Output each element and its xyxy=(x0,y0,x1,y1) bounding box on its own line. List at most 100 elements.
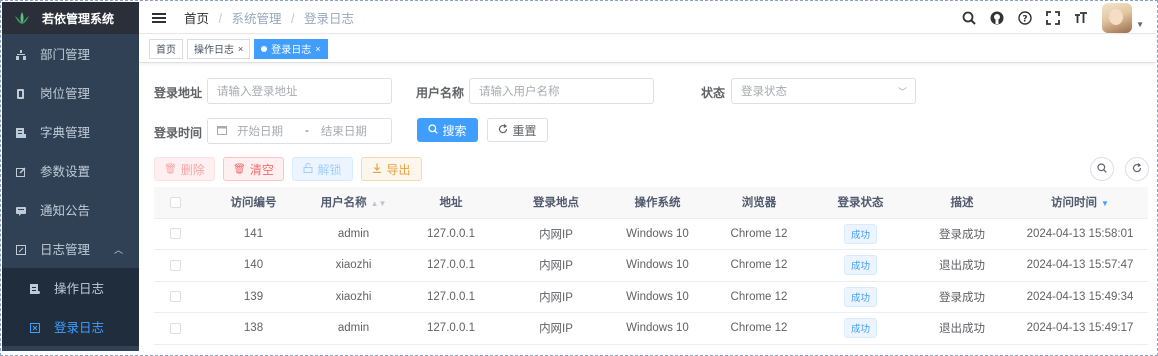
row-checkbox[interactable] xyxy=(154,281,196,313)
edit-icon xyxy=(16,166,26,177)
search-icon xyxy=(1097,162,1107,176)
table-cell: 138 xyxy=(196,312,311,345)
sidebar: 若依管理系统 部门管理 岗位管理 字典管理 参数设置 通知公告 日志管理 ︿ 操… xyxy=(2,2,139,351)
sort-icon[interactable]: ▼ xyxy=(1101,199,1109,208)
table-cell: 内网IP xyxy=(506,249,606,282)
table-cell: 127.0.0.1 xyxy=(396,312,506,345)
status-label: 状态 xyxy=(701,86,726,100)
table-row[interactable]: 141 admin 127.0.0.1 内网IP Windows 10 Chrome 12… xyxy=(154,218,1148,250)
table-cell: 登录成功 xyxy=(912,281,1012,313)
sort-icon[interactable]: ▲▼ xyxy=(371,199,387,208)
github-icon[interactable] xyxy=(988,9,1006,27)
table-cell: xiaozhi xyxy=(311,249,396,282)
font-size-icon[interactable] xyxy=(1072,9,1090,27)
table-cell: 141 xyxy=(196,218,311,250)
delete-icon: 🗑 xyxy=(233,163,246,175)
sidebar-item-operlog[interactable]: 操作日志 xyxy=(2,268,139,307)
chevron-down-icon: ﹀ xyxy=(897,87,907,97)
table-cell: 内网IP xyxy=(506,218,606,250)
refresh-icon xyxy=(1132,162,1142,176)
clean-button[interactable]: 🗑 清空 xyxy=(223,157,284,181)
ipaddr-input[interactable]: 请输入登录地址 xyxy=(207,78,392,104)
column-header: 登录状态 xyxy=(809,187,912,219)
tag-home[interactable]: 首页 xyxy=(149,38,183,59)
table-cell: xiaozhi xyxy=(311,281,396,313)
row-checkbox[interactable] xyxy=(154,249,196,282)
close-icon[interactable]: × xyxy=(315,44,320,54)
breadcrumb-current: 登录日志 xyxy=(303,12,354,26)
column-header[interactable]: 用户名称 ▲▼ xyxy=(311,187,396,219)
column-header[interactable]: 访问时间 ▼ xyxy=(1012,187,1148,219)
nav-tools: ? ▼ xyxy=(950,2,1144,34)
sidebar-item-label: 岗位管理 xyxy=(40,87,91,101)
table-cell: 内网IP xyxy=(506,281,606,313)
search-icon[interactable] xyxy=(960,9,978,27)
sidebar-item-config[interactable]: 参数设置 xyxy=(2,151,139,190)
navbar: 首页 / 系统管理 / 登录日志 ? ▼ xyxy=(139,2,1156,34)
table-header-row: 访问编号 用户名称 ▲▼ 地址 登录地点 操作系统 浏览器 登录状态 描述 访问时… xyxy=(154,187,1148,219)
table-cell: 内网IP xyxy=(506,312,606,345)
login-log-table: 访问编号 用户名称 ▲▼ 地址 登录地点 操作系统 浏览器 登录状态 描述 访问时… xyxy=(154,187,1148,345)
sidebar-item-log[interactable]: 日志管理 ︿ xyxy=(2,229,139,268)
log-icon xyxy=(16,244,26,255)
status-badge: 成功 xyxy=(843,318,877,339)
table-cell: 成功 xyxy=(809,281,912,313)
chevron-up-icon: ︿ xyxy=(113,245,123,255)
reset-button-label: 重置 xyxy=(512,123,537,138)
status-select[interactable]: 登录状态 ﹀ xyxy=(731,78,916,104)
search-icon xyxy=(428,123,439,137)
delete-button[interactable]: 🗑 删除 xyxy=(154,157,215,181)
select-all-checkbox[interactable] xyxy=(154,187,196,219)
toggle-search-button[interactable] xyxy=(1090,157,1114,181)
end-date-placeholder[interactable]: 结束日期 xyxy=(321,123,367,139)
row-checkbox[interactable] xyxy=(154,312,196,345)
range-separator: - xyxy=(305,125,309,137)
tag-label: 首页 xyxy=(156,45,176,56)
table-row[interactable]: 138 admin 127.0.0.1 内网IP Windows 10 Chrome 12… xyxy=(154,312,1148,345)
avatar[interactable] xyxy=(1102,3,1133,33)
sidebar-item-label: 操作日志 xyxy=(54,282,105,296)
sidebar-item-dict[interactable]: 字典管理 xyxy=(2,112,139,151)
fullscreen-icon[interactable] xyxy=(1044,9,1062,27)
caret-down-icon[interactable]: ▼ xyxy=(1136,20,1144,29)
sidebar-item-notice[interactable]: 通知公告 xyxy=(2,190,139,229)
hamburger-icon[interactable] xyxy=(152,11,166,25)
table-cell: 2024-04-13 15:58:01 xyxy=(1012,218,1148,250)
sidebar-item-post[interactable]: 岗位管理 xyxy=(2,73,139,112)
sidebar-item-label: 字典管理 xyxy=(40,126,91,140)
breadcrumb-separator: / xyxy=(218,12,222,26)
sidebar-item-dept[interactable]: 部门管理 xyxy=(2,34,139,73)
tag-operlog[interactable]: 操作日志 × xyxy=(187,38,251,59)
start-date-placeholder[interactable]: 开始日期 xyxy=(237,123,297,139)
table-cell: 成功 xyxy=(809,312,912,345)
svg-text:?: ? xyxy=(1022,15,1027,25)
close-icon[interactable]: × xyxy=(238,44,243,54)
column-header: 描述 xyxy=(912,187,1012,219)
row-checkbox[interactable] xyxy=(154,218,196,250)
table-cell: 140 xyxy=(196,249,311,282)
sidebar-item-logininfor[interactable]: 登录日志 xyxy=(2,307,139,346)
column-header: 地址 xyxy=(396,187,506,219)
ipaddr-label: 登录地址 xyxy=(154,86,203,100)
table-cell: 登录成功 xyxy=(912,218,1012,250)
table-cell: 2024-04-13 15:57:47 xyxy=(1012,249,1148,282)
table-row[interactable]: 139 xiaozhi 127.0.0.1 内网IP Windows 10 Chrome … xyxy=(154,281,1148,313)
search-button[interactable]: 搜索 xyxy=(417,118,478,142)
column-header: 访问编号 xyxy=(196,187,311,219)
export-button[interactable]: 导出 xyxy=(361,157,422,181)
logo[interactable]: 若依管理系统 xyxy=(2,2,139,34)
breadcrumb: 首页 / 系统管理 / 登录日志 xyxy=(184,8,354,27)
date-range-picker[interactable]: 开始日期 - 结束日期 xyxy=(207,118,392,144)
calendar-icon xyxy=(217,125,227,138)
table-cell: admin xyxy=(311,312,396,345)
table-row[interactable]: 140 xiaozhi 127.0.0.1 内网IP Windows 10 Chrome … xyxy=(154,249,1148,282)
refresh-icon xyxy=(498,123,508,137)
unlock-button[interactable]: 解锁 xyxy=(292,157,353,181)
table-cell: Windows 10 xyxy=(606,249,709,282)
username-input[interactable]: 请输入用户名称 xyxy=(469,78,654,104)
tag-logininfor[interactable]: 登录日志 × xyxy=(254,38,328,59)
reset-button[interactable]: 重置 xyxy=(487,118,548,142)
refresh-button[interactable] xyxy=(1125,157,1149,181)
breadcrumb-home[interactable]: 首页 xyxy=(184,12,209,26)
question-icon[interactable]: ? xyxy=(1016,9,1034,27)
